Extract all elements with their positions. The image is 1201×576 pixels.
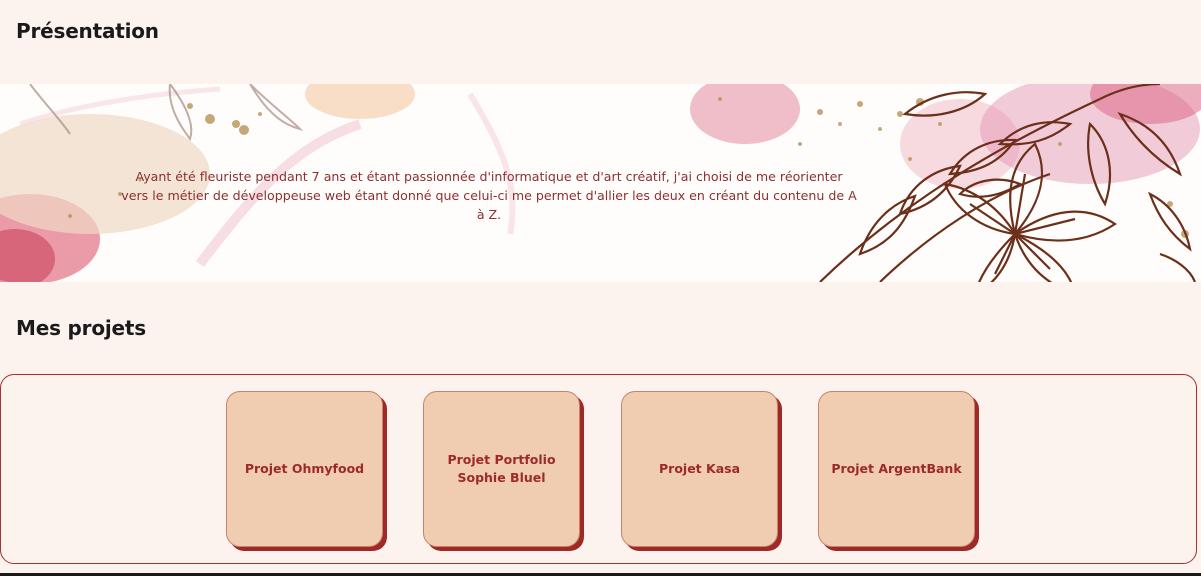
project-card-ohmyfood[interactable]: Projet Ohmyfood (226, 391, 383, 547)
project-card-label: Projet Portfolio Sophie Bluel (447, 452, 556, 485)
project-card-argentbank[interactable]: Projet ArgentBank (818, 391, 975, 547)
presentation-text: Ayant été fleuriste pendant 7 ans et éta… (121, 169, 857, 222)
presentation-title: Présentation (16, 19, 159, 43)
project-card-label: Projet Ohmyfood (244, 461, 365, 476)
projects-container (0, 374, 1197, 564)
presentation-banner: Ayant été fleuriste pendant 7 ans et éta… (0, 84, 1201, 282)
project-card-label: Projet ArgentBank (831, 461, 962, 476)
project-card-portfolio-sophie-bluel[interactable]: Projet Portfolio Sophie Bluel (423, 391, 580, 547)
projects-title: Mes projets (16, 316, 146, 340)
project-card-label: Projet Kasa (659, 461, 740, 476)
project-card-kasa[interactable]: Projet Kasa (621, 391, 778, 547)
